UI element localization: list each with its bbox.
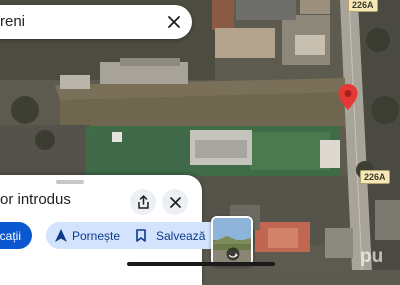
- watermark: pu: [360, 246, 384, 267]
- directions-button[interactable]: icații: [0, 222, 32, 249]
- clear-search-button[interactable]: [164, 12, 184, 32]
- directions-label: icații: [0, 228, 22, 243]
- home-indicator[interactable]: [127, 262, 275, 266]
- road-label-226a-bottom: 226A: [360, 170, 390, 184]
- sheet-drag-handle[interactable]: [56, 180, 84, 184]
- close-sheet-button[interactable]: [162, 189, 188, 215]
- bookmark-icon: [136, 229, 146, 242]
- share-button[interactable]: [130, 189, 156, 215]
- search-bar[interactable]: reni: [0, 5, 192, 39]
- map-pin-icon[interactable]: [338, 84, 358, 110]
- place-bottom-sheet[interactable]: or introdus icații Pornește Salvează: [0, 175, 236, 285]
- close-icon: [168, 16, 180, 28]
- share-icon: [137, 195, 149, 209]
- close-icon: [169, 196, 181, 208]
- road-label-226a-top: 226A: [348, 0, 378, 12]
- street-view-icon: [226, 247, 240, 261]
- start-navigation-label: Pornește: [72, 228, 121, 243]
- navigation-arrow-icon: [55, 229, 67, 242]
- search-query[interactable]: reni: [0, 13, 25, 30]
- save-label: Salvează: [156, 228, 206, 243]
- place-title: or introdus: [0, 191, 71, 208]
